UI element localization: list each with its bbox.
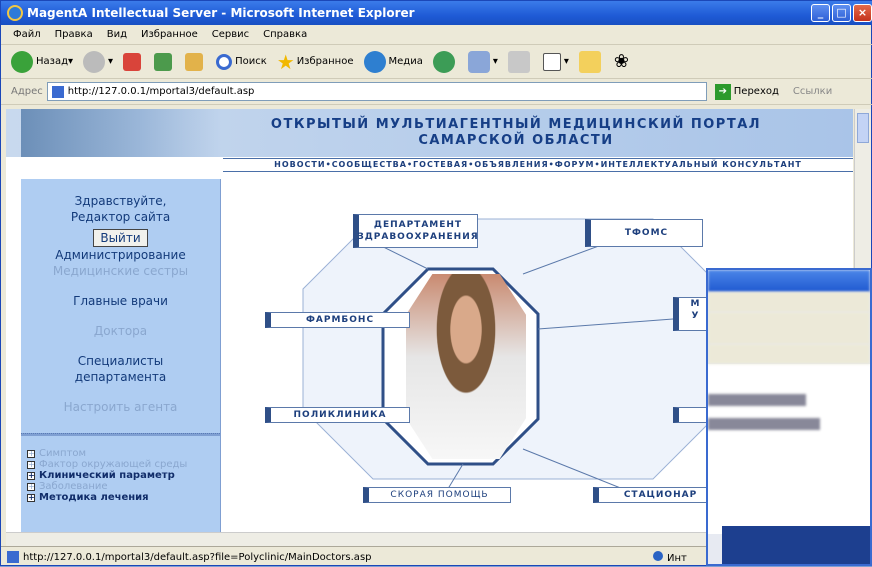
page-icon xyxy=(51,85,64,98)
menu-chiefs[interactable]: Главные врачи xyxy=(21,293,220,309)
media-button[interactable]: Медиа xyxy=(363,50,423,73)
exit-button[interactable]: Выйти xyxy=(93,229,148,247)
print-icon xyxy=(507,50,530,73)
tree-item[interactable]: + Заболевание xyxy=(27,481,220,492)
menu-admin[interactable]: Администрирование xyxy=(21,247,220,263)
menu-file[interactable]: Файл xyxy=(13,29,41,40)
menu-nurses[interactable]: Медицинские сестры xyxy=(21,263,220,279)
menu-help[interactable]: Справка xyxy=(263,29,307,40)
portal-title-line1: ОТКРЫТЫЙ МУЛЬТИАГЕНТНЫЙ МЕДИЦИНСКИЙ ПОРТ… xyxy=(270,117,762,132)
overlay-title-bar xyxy=(708,270,870,292)
expand-icon: + xyxy=(27,449,35,458)
expand-icon: + xyxy=(27,482,35,491)
top-nav[interactable]: НОВОСТИ•СООБЩЕСТВА•ГОСТЕВАЯ•ОБЪЯВЛЕНИЯ•Ф… xyxy=(223,158,853,172)
mail-icon xyxy=(467,50,490,73)
portal-banner: ОТКРЫТЫЙ МУЛЬТИАГЕНТНЫЙ МЕДИЦИНСКИЙ ПОРТ… xyxy=(6,109,853,157)
menu-agent[interactable]: Настроить агента xyxy=(21,399,220,415)
expand-icon: + xyxy=(27,460,35,469)
tree-item[interactable]: + Фактор окружающей среды xyxy=(27,459,220,470)
folder-button[interactable] xyxy=(578,50,604,73)
search-icon xyxy=(216,53,233,70)
menu-doctors[interactable]: Доктора xyxy=(21,323,220,339)
overlapping-window[interactable] xyxy=(706,268,872,566)
favorites-button[interactable]: ★ Избранное xyxy=(277,50,354,74)
menu-view[interactable]: Вид xyxy=(107,29,127,40)
page-status-icon xyxy=(7,551,19,563)
overlay-blue-panel xyxy=(722,526,870,564)
status-zone: Инт xyxy=(653,550,687,564)
overlay-menu xyxy=(708,292,870,312)
overlay-content xyxy=(708,364,870,534)
address-url: http://127.0.0.1/mportal3/default.asp xyxy=(67,86,255,97)
toolbar: Назад ▾ ▾ Поиск ★ Избранное Медиа ▾ ▾ ❀ xyxy=(1,45,872,79)
overlay-text-line xyxy=(708,418,848,430)
overlay-text-line xyxy=(708,394,848,406)
print-button[interactable] xyxy=(507,50,533,73)
node-polyclinic[interactable]: ПОЛИКЛИНИКА xyxy=(265,407,410,423)
back-arrow-icon xyxy=(11,50,33,73)
home-icon xyxy=(185,52,204,71)
address-bar: Адрес http://127.0.0.1/mportal3/default.… xyxy=(1,79,872,105)
menu-edit[interactable]: Правка xyxy=(55,29,93,40)
category-tree: + Симптом + Фактор окружающей среды + Клини… xyxy=(21,448,220,503)
node-pharmbons[interactable]: ФАРМБОНС xyxy=(265,312,410,328)
go-arrow-icon: ➔ xyxy=(714,83,731,100)
overlay-toolbar xyxy=(708,312,870,344)
minimize-button[interactable]: _ xyxy=(811,4,830,22)
close-button[interactable]: × xyxy=(853,4,872,22)
menu-tools[interactable]: Сервис xyxy=(212,29,249,40)
expand-icon: + xyxy=(27,493,35,502)
window-title: MagentA Intellectual Server - Microsoft … xyxy=(27,6,415,20)
banner-photo xyxy=(21,109,221,157)
star-icon: ★ xyxy=(276,49,295,74)
sidebar: Здравствуйте, Редактор сайта Выйти Админ… xyxy=(21,179,221,532)
stop-button[interactable] xyxy=(123,52,144,71)
tree-item[interactable]: + Симптом xyxy=(27,448,220,459)
globe-icon xyxy=(653,550,663,561)
folder-icon xyxy=(578,50,601,73)
media-icon xyxy=(363,50,386,73)
portal-title-line2: САМАРСКОЙ ОБЛАСТИ xyxy=(418,133,614,148)
sidebar-divider xyxy=(21,433,220,436)
tree-item[interactable]: + Клинический параметр xyxy=(27,470,220,481)
node-health-dept[interactable]: ДЕПАРТАМЕНТ ЗДРАВООХРАНЕНИЯ xyxy=(353,214,478,248)
title-bar: MagentA Intellectual Server - Microsoft … xyxy=(1,1,872,25)
word-icon xyxy=(542,52,561,71)
menu-specialists[interactable]: Специалисты департамента xyxy=(21,353,220,385)
node-hospital[interactable]: СТАЦИОНАР xyxy=(593,487,723,503)
history-icon xyxy=(432,50,455,73)
expand-icon: + xyxy=(27,471,35,480)
doctor-photo xyxy=(406,274,526,459)
greeting: Здравствуйте, xyxy=(74,194,167,208)
home-button[interactable] xyxy=(185,52,206,71)
address-input[interactable]: http://127.0.0.1/mportal3/default.asp xyxy=(46,82,707,101)
links-label[interactable]: Ссылки xyxy=(793,86,832,97)
refresh-button[interactable] xyxy=(154,52,175,71)
menu-bar: Файл Правка Вид Избранное Сервис Справка xyxy=(1,25,872,45)
tree-item[interactable]: + Методика лечения xyxy=(27,492,220,503)
edit-button[interactable]: ▾ xyxy=(542,52,569,71)
messenger-button[interactable]: ❀ xyxy=(614,51,629,72)
go-button[interactable]: ➔ Переход xyxy=(714,83,779,100)
address-label: Адрес xyxy=(11,86,43,97)
messenger-icon: ❀ xyxy=(613,51,629,72)
node-tfoms[interactable]: ТФОМС xyxy=(585,219,703,247)
forward-button[interactable]: ▾ xyxy=(83,50,113,73)
menu-favorites[interactable]: Избранное xyxy=(141,29,198,40)
ie-logo-icon xyxy=(7,5,23,21)
stop-icon xyxy=(123,52,142,71)
refresh-icon xyxy=(154,52,173,71)
overlay-address xyxy=(708,344,870,364)
mail-button[interactable]: ▾ xyxy=(467,50,498,73)
portal-title: ОТКРЫТЫЙ МУЛЬТИАГЕНТНЫЙ МЕДИЦИНСКИЙ ПОРТ… xyxy=(256,117,776,149)
maximize-button[interactable]: □ xyxy=(832,4,851,22)
node-ambulance[interactable]: СКОРАЯ ПОМОЩЬ xyxy=(363,487,511,503)
user-role: Редактор сайта xyxy=(70,210,171,224)
status-url: http://127.0.0.1/mportal3/default.asp?fi… xyxy=(23,551,372,563)
search-button[interactable]: Поиск xyxy=(216,53,267,70)
back-button[interactable]: Назад ▾ xyxy=(11,50,73,73)
history-button[interactable] xyxy=(432,50,458,73)
forward-arrow-icon xyxy=(83,50,106,73)
